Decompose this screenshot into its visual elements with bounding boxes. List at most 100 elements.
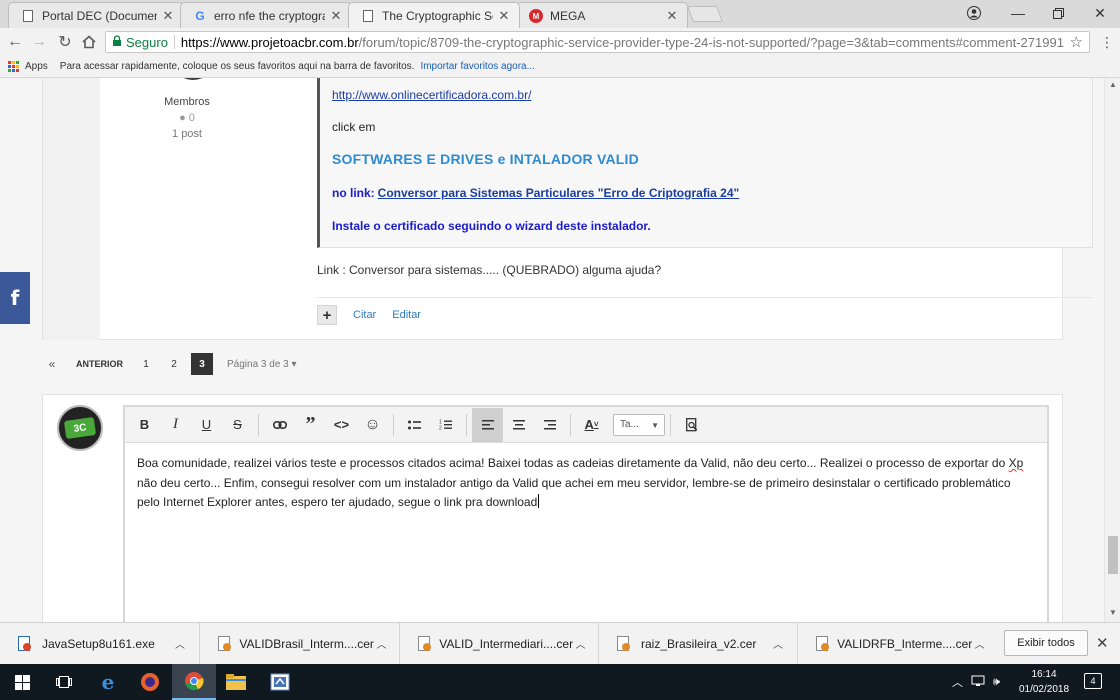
bookmark-star-icon[interactable]: ☆ xyxy=(1070,33,1083,51)
chevron-up-icon[interactable]: ︿ xyxy=(769,636,787,651)
author-info: Membros ● 0 1 post xyxy=(143,94,231,142)
close-icon[interactable]: ✕ xyxy=(497,8,511,24)
editor-content[interactable]: Boa comunidade, realizei vários teste e … xyxy=(137,454,1033,513)
font-select[interactable]: Ta... ▼ xyxy=(613,413,665,436)
emoji-icon[interactable]: ☺ xyxy=(357,408,388,442)
page-scrollbar[interactable]: ▲ ▼ xyxy=(1104,78,1120,622)
close-window-button[interactable]: ✕ xyxy=(1078,0,1120,26)
tab-mega[interactable]: M MEGA ✕ xyxy=(516,2,688,28)
chevron-up-icon[interactable]: ︿ xyxy=(374,636,389,651)
page-link[interactable]: 2 xyxy=(169,359,179,370)
reputation-badge: ● 0 xyxy=(143,110,231,126)
forward-arrow-icon[interactable]: → xyxy=(28,31,50,53)
certificadora-link[interactable]: http://www.onlinecertificadora.com.br/ xyxy=(332,88,531,102)
code-icon[interactable]: <> xyxy=(326,408,357,442)
chevron-up-icon[interactable]: ︿ xyxy=(952,674,963,690)
link-icon[interactable] xyxy=(264,408,295,442)
page-jump-dropdown[interactable]: Página 3 de 3 ▾ xyxy=(227,359,297,370)
system-clock[interactable]: 16:14 01/02/2018 xyxy=(1016,667,1072,697)
close-icon[interactable]: ✕ xyxy=(1096,634,1109,652)
certificate-icon xyxy=(615,635,631,652)
toolbar-divider xyxy=(258,413,259,436)
scrollbar-thumb[interactable] xyxy=(1108,536,1118,574)
task-view-icon[interactable] xyxy=(42,664,86,700)
download-item[interactable]: raiz_Brasileira_v2.cer ︿ xyxy=(599,622,798,665)
close-icon[interactable]: ✕ xyxy=(329,8,343,24)
file-explorer-icon[interactable] xyxy=(214,664,258,700)
download-item[interactable]: JavaSetup8u161.exe ︿ xyxy=(0,622,200,665)
page-info: Página 3 de 3 xyxy=(227,358,289,370)
page-link[interactable]: 1 xyxy=(141,359,151,370)
tab-title: erro nfe the cryptograph xyxy=(214,8,325,23)
previous-page-button[interactable]: ANTERIOR xyxy=(76,359,123,369)
align-left-icon[interactable] xyxy=(472,407,503,442)
apps-link[interactable]: Apps xyxy=(25,61,48,72)
home-icon[interactable] xyxy=(78,31,100,53)
reply-gutter: 3C xyxy=(43,395,123,622)
tab-cryptographic-service[interactable]: The Cryptographic Servic ✕ xyxy=(348,2,520,28)
conversor-link[interactable]: Conversor para Sistemas Particulares "Er… xyxy=(378,186,740,200)
close-icon[interactable]: ✕ xyxy=(161,8,175,24)
facebook-share-icon[interactable]: f xyxy=(0,272,30,324)
multiquote-button[interactable]: + xyxy=(317,305,337,325)
chevron-up-icon[interactable]: ︿ xyxy=(573,636,588,651)
first-page-button[interactable]: « xyxy=(42,357,62,371)
download-filename: raiz_Brasileira_v2.cer xyxy=(641,636,757,651)
certificate-manager-icon[interactable] xyxy=(258,664,302,700)
edit-button[interactable]: Editar xyxy=(392,309,421,321)
edge-browser-icon[interactable]: e xyxy=(86,664,130,700)
browser-tab-strip: Portal DEC (Documento E ✕ G erro nfe the… xyxy=(0,0,1120,28)
network-icon[interactable] xyxy=(971,675,985,690)
bold-icon[interactable]: B xyxy=(129,408,160,442)
download-item[interactable]: VALIDRFB_Interme....cer ︿ xyxy=(798,623,997,665)
download-item[interactable]: VALID_Intermediari....cer ︿ xyxy=(400,622,599,665)
apps-grid-icon xyxy=(8,61,19,72)
italic-icon[interactable]: I xyxy=(160,408,191,442)
firefox-icon[interactable] xyxy=(128,664,172,700)
chevron-up-icon[interactable]: ︿ xyxy=(171,636,189,651)
back-arrow-icon[interactable]: ← xyxy=(4,31,26,53)
text-color-icon[interactable]: A ˅ xyxy=(576,408,607,442)
document-icon xyxy=(361,9,375,23)
url-path: /forum/topic/8709-the-cryptographic-serv… xyxy=(358,34,1064,50)
windows-start-icon[interactable] xyxy=(0,664,44,700)
chrome-icon[interactable] xyxy=(172,664,216,700)
scroll-down-icon[interactable]: ▼ xyxy=(1105,608,1120,617)
close-icon[interactable]: ✕ xyxy=(665,8,679,24)
current-page: 3 xyxy=(191,353,213,375)
reputation-count: 0 xyxy=(188,112,195,124)
tab-title: Portal DEC (Documento E xyxy=(42,8,157,23)
import-bookmarks-link[interactable]: Importar favoritos agora... xyxy=(420,61,535,72)
chevron-up-icon[interactable]: ︿ xyxy=(972,636,987,651)
profile-icon[interactable] xyxy=(952,0,996,26)
editor-text-line: não deu certo... Enfim, consegui resolve… xyxy=(137,475,939,490)
numbered-list-icon[interactable]: 12 xyxy=(430,408,461,442)
action-center-icon[interactable]: 4 xyxy=(1084,673,1102,689)
download-item[interactable]: VALIDBrasil_Interm....cer ︿ xyxy=(200,622,400,665)
menu-icon[interactable]: ⋮ xyxy=(1096,31,1118,53)
tab-google-search[interactable]: G erro nfe the cryptograph ✕ xyxy=(180,2,352,28)
minimize-button[interactable]: — xyxy=(996,0,1040,26)
quote-install-text: Instale o certificado seguindo o wizard … xyxy=(332,219,651,233)
tab-portal-dec[interactable]: Portal DEC (Documento E ✕ xyxy=(8,2,184,28)
underline-icon[interactable]: U xyxy=(191,408,222,442)
align-center-icon[interactable] xyxy=(503,408,534,442)
reply-box: 3C B I U S ” <> ☺ 12 A ˅ Ta... ▼ Boa com… xyxy=(42,394,1063,622)
reload-icon[interactable]: ↻ xyxy=(54,31,76,53)
strikethrough-icon[interactable]: S xyxy=(222,408,253,442)
author-avatar[interactable] xyxy=(171,78,215,80)
quote-button[interactable]: Citar xyxy=(353,309,376,321)
show-all-downloads-button[interactable]: Exibir todos xyxy=(1004,630,1088,656)
new-tab-button[interactable] xyxy=(687,6,723,22)
restore-button[interactable] xyxy=(1036,0,1080,26)
align-right-icon[interactable] xyxy=(534,408,565,442)
address-bar[interactable]: Seguro https://www.projetoacbr.com.br/fo… xyxy=(105,31,1090,53)
user-avatar[interactable]: 3C xyxy=(57,405,103,451)
volume-icon[interactable]: 🕪 xyxy=(993,676,1000,689)
quote-icon[interactable]: ” xyxy=(295,408,326,442)
rich-text-editor: B I U S ” <> ☺ 12 A ˅ Ta... ▼ Boa comuni… xyxy=(123,405,1049,622)
preview-icon[interactable] xyxy=(676,408,707,442)
toolbar-divider xyxy=(670,413,671,436)
scroll-up-icon[interactable]: ▲ xyxy=(1105,80,1120,89)
bulleted-list-icon[interactable] xyxy=(399,408,430,442)
